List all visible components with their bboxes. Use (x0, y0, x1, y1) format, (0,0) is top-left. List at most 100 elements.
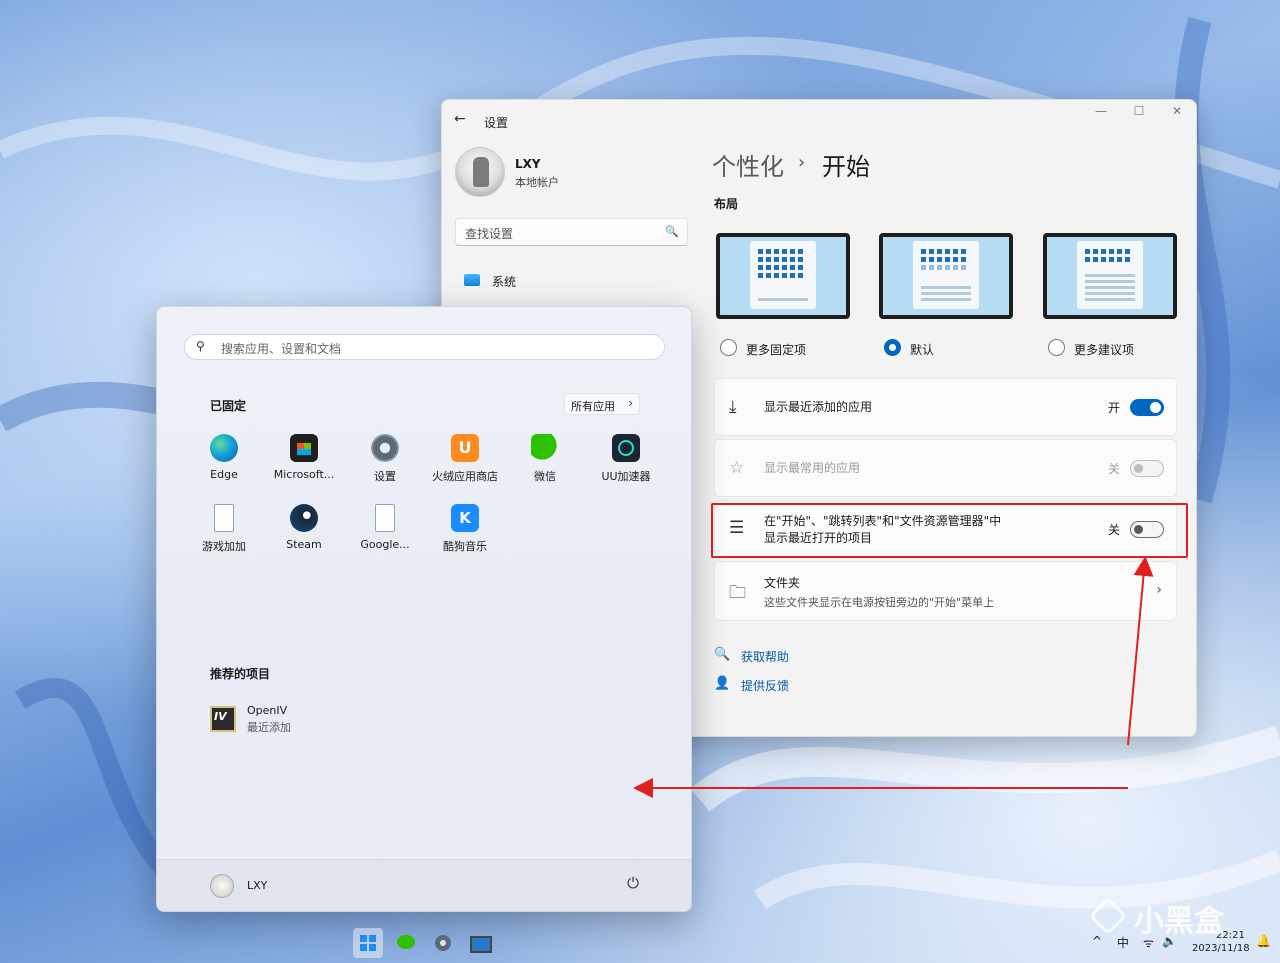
radio-button[interactable] (720, 339, 737, 356)
radio-label: 更多固定项 (746, 343, 807, 357)
pinned-app-steam[interactable]: Steam (264, 504, 344, 564)
preview-tile (790, 273, 795, 278)
radio-button[interactable] (1048, 339, 1065, 356)
setting-folders[interactable]: 🗀 文件夹 这些文件夹显示在电源按钮旁边的"开始"菜单上 › (714, 561, 1177, 621)
setting-label: 显示最常用的应用 (764, 461, 861, 475)
search-icon: ⚲ (196, 339, 205, 353)
preview-tile (921, 265, 926, 270)
preview-tile (953, 257, 958, 262)
settings-search-input[interactable]: 查找设置 🔍 (455, 218, 688, 246)
preview-tile (961, 249, 966, 254)
preview-tile (929, 249, 934, 254)
preview-tile (758, 265, 763, 270)
preview-tile (937, 257, 942, 262)
notification-bell-icon[interactable]: 🔔 (1256, 934, 1271, 948)
pinned-app-microsoft-store[interactable]: Microsoft... (264, 434, 344, 494)
watermark-text: 小黑盒 (1134, 904, 1224, 939)
pinned-app-settings[interactable]: 设置 (345, 434, 425, 494)
app-label: 火绒应用商店 (432, 470, 498, 483)
preview-tile (921, 257, 926, 262)
app-label: Edge (210, 468, 238, 481)
all-apps-button[interactable]: 所有应用 › (564, 393, 640, 415)
layout-preview-more-recommendations[interactable] (1043, 233, 1177, 319)
setting-show-recently-added[interactable]: ⤓ 显示最近添加的应用 开 (714, 378, 1177, 436)
preview-tile (1109, 249, 1114, 254)
wechat-icon (531, 434, 559, 462)
preview-tile (798, 265, 803, 270)
download-icon: ⤓ (729, 397, 737, 417)
preview-tile (1101, 249, 1106, 254)
link-label: 获取帮助 (741, 650, 790, 664)
radio-label: 更多建议项 (1074, 343, 1135, 357)
layout-preview-more-pins[interactable] (716, 233, 850, 319)
preview-tile (929, 257, 934, 262)
title-bar[interactable]: ← 设置 — ☐ ✕ (442, 100, 1196, 140)
setting-show-most-used: ☆ 显示最常用的应用 关 (714, 439, 1177, 497)
preview-tile (782, 257, 787, 262)
preview-tile (774, 265, 779, 270)
preview-tile (1125, 249, 1130, 254)
recommended-item[interactable]: OpenIV 最近添加 (210, 704, 410, 738)
preview-tile (961, 257, 966, 262)
preview-tile (937, 265, 942, 270)
preview-tile (774, 257, 779, 262)
clock-date[interactable]: 2023/11/18 (1192, 943, 1250, 954)
minimize-button[interactable]: — (1082, 104, 1120, 124)
layout-preview-default[interactable] (879, 233, 1013, 319)
pinned-heading: 已固定 (210, 399, 247, 413)
pinned-app-wechat[interactable]: 微信 (505, 434, 585, 494)
kugou-icon (451, 504, 479, 532)
toggle-switch[interactable] (1130, 399, 1164, 416)
pinned-app-uu-accelerator[interactable]: UU加速器 (586, 434, 666, 494)
search-placeholder: 搜索应用、设置和文档 (221, 342, 342, 356)
pinned-app-youxijiajia[interactable]: 游戏加加 (184, 504, 264, 564)
page-title: 开始 (822, 153, 870, 181)
close-button[interactable]: ✕ (1158, 104, 1196, 124)
preview-tile (782, 249, 787, 254)
preview-tile (1085, 249, 1090, 254)
preview-tile (921, 249, 926, 254)
app-label: Steam (286, 538, 322, 551)
pinned-app-google[interactable]: Google... (345, 504, 425, 564)
taskbar-wechat-icon[interactable] (392, 928, 422, 958)
search-icon: 🔍 (665, 225, 679, 238)
pinned-app-kugou-music[interactable]: 酷狗音乐 (425, 504, 505, 564)
file-icon (375, 504, 395, 532)
pinned-app-edge[interactable]: Edge (184, 434, 264, 494)
help-icon: 🔍 (714, 647, 731, 662)
microsoft-store-icon (290, 434, 318, 462)
user-avatar[interactable] (210, 874, 234, 898)
radio-button[interactable] (884, 339, 901, 356)
preview-tile (1093, 249, 1098, 254)
sidebar-item-system[interactable]: 系统 (462, 270, 662, 292)
preview-tile (945, 249, 950, 254)
folder-icon: 🗀 (729, 583, 746, 603)
breadcrumb-parent[interactable]: 个性化 (712, 147, 784, 182)
power-icon[interactable]: ⏻ (627, 874, 639, 892)
preview-tile (766, 265, 771, 270)
preview-tile (1101, 257, 1106, 262)
chevron-right-icon: › (628, 396, 633, 410)
profile-avatar[interactable] (455, 147, 505, 197)
setting-label: 文件夹 (764, 576, 801, 590)
pinned-app-huorong-store[interactable]: 火绒应用商店 (425, 434, 505, 494)
preview-tile (945, 257, 950, 262)
preview-tile (782, 273, 787, 278)
maximize-button[interactable]: ☐ (1120, 104, 1158, 124)
huorong-store-icon (451, 434, 479, 462)
app-label: 游戏加加 (202, 540, 246, 553)
preview-tile (766, 273, 771, 278)
recommended-item-name: OpenIV (247, 704, 288, 717)
breadcrumb-separator: › (798, 152, 806, 173)
taskbar-settings-icon[interactable] (428, 928, 458, 958)
taskbar-app-icon[interactable] (464, 928, 494, 958)
back-arrow-icon[interactable]: ← (454, 111, 466, 127)
settings-gear-icon (371, 434, 399, 462)
openiv-icon (210, 706, 236, 732)
profile-name: LXY (515, 157, 541, 171)
app-label: 设置 (374, 470, 396, 483)
start-button[interactable] (353, 928, 383, 958)
preview-tile (953, 265, 958, 270)
user-name[interactable]: LXY (247, 879, 267, 892)
start-search-input[interactable]: ⚲ 搜索应用、设置和文档 (184, 334, 665, 360)
